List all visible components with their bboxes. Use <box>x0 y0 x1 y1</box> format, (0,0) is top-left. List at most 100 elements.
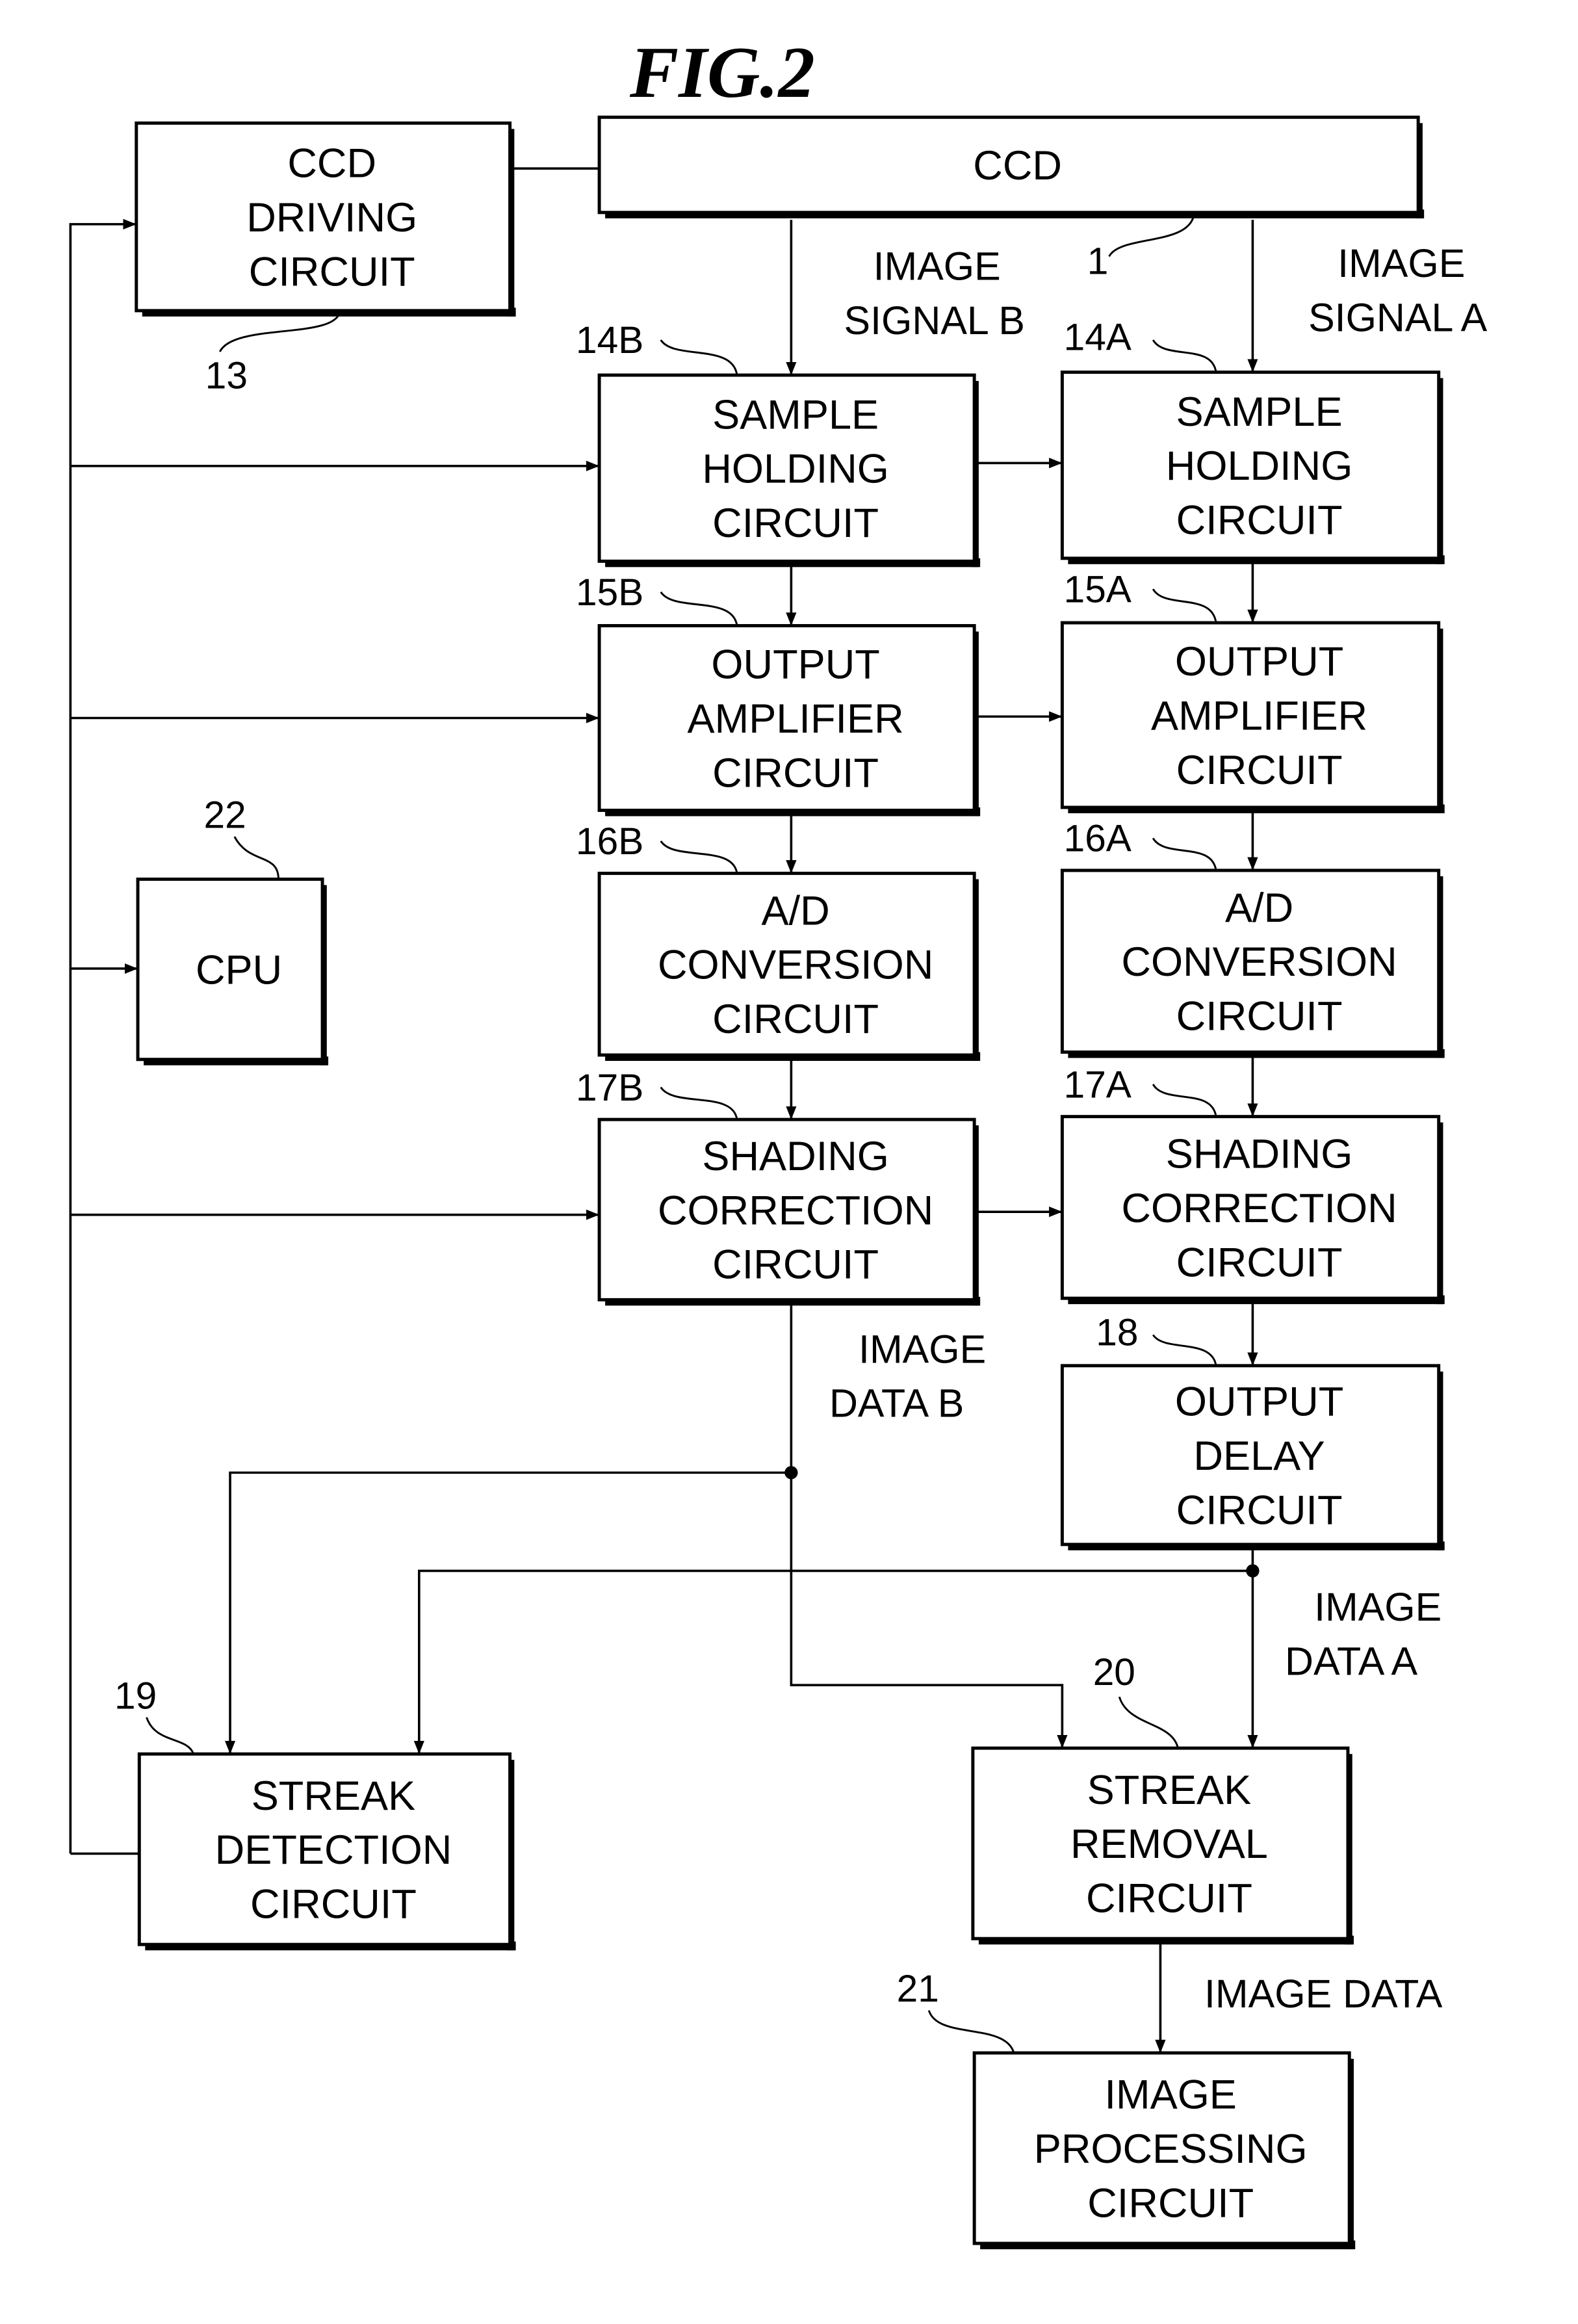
reference-leader <box>1108 213 1195 257</box>
block-ad-b: A/D CONVERSION CIRCUIT 16B <box>576 820 981 1061</box>
reference-numeral: 15A <box>1064 568 1132 610</box>
signal-label-line: DATA B <box>829 1381 964 1426</box>
block-streak-detection: STREAK DETECTION CIRCUIT 19 <box>114 1675 516 1951</box>
signal-label-line: IMAGE <box>859 1327 986 1371</box>
signal-label-line: IMAGE <box>1338 241 1465 285</box>
reference-numeral: 1 <box>1087 241 1109 283</box>
block-label-line: DETECTION <box>215 1827 452 1873</box>
block-label-line: AMPLIFIER <box>688 696 904 742</box>
signal-label-image-data-b: IMAGE DATA B <box>829 1327 986 1425</box>
block-label-line: A/D <box>1225 885 1293 931</box>
block-label-line: CORRECTION <box>1121 1186 1397 1231</box>
reference-leader <box>146 1717 195 1755</box>
block-label-line: IMAGE <box>1104 2072 1236 2118</box>
block-label-line: CPU <box>196 948 282 993</box>
block-label-line: CONVERSION <box>1121 939 1397 985</box>
block-label-line: CIRCUIT <box>1176 1240 1343 1285</box>
block-streak-removal: STREAK REMOVAL CIRCUIT 20 <box>971 1651 1354 1945</box>
reference-leader <box>1118 1696 1179 1749</box>
signal-label-image-data: IMAGE DATA <box>1204 1972 1443 2016</box>
block-label-line: CIRCUIT <box>712 1242 879 1288</box>
block-label-line: PROCESSING <box>1034 2126 1308 2172</box>
reference-leader <box>1152 1334 1217 1366</box>
block-label-line: SHADING <box>702 1134 889 1179</box>
junction-dot <box>784 1466 798 1480</box>
block-diagram: FIG.2 CCD DRIVING CIRCUIT 13 CCD 1 SAMPLE HOLDI… <box>69 33 1488 2250</box>
block-label-line: CIRCUIT <box>712 501 879 546</box>
block-label-line: CIRCUIT <box>1176 994 1343 1039</box>
block-label-line: REMOVAL <box>1070 1821 1268 1867</box>
signal-label-line: DATA A <box>1285 1639 1417 1683</box>
block-label-line: CIRCUIT <box>1176 498 1343 543</box>
block-label-line: CIRCUIT <box>249 250 415 295</box>
block-label-line: CIRCUIT <box>250 1882 417 1927</box>
block-label-line: OUTPUT <box>1175 639 1343 685</box>
reference-leader <box>218 310 341 352</box>
block-label-line: HOLDING <box>1166 443 1353 489</box>
signal-label-image-data-a: IMAGE DATA A <box>1285 1585 1442 1683</box>
image-data-b-to-streak-detection <box>224 1471 792 1755</box>
reference-numeral: 21 <box>897 1968 939 2010</box>
control-bus-to-ccd-driving <box>69 218 136 1854</box>
block-label-line: SAMPLE <box>1176 389 1343 435</box>
block-cpu: CPU 22 <box>136 794 329 1065</box>
block-label-line: CIRCUIT <box>1086 1876 1252 1922</box>
figure-title: FIG.2 <box>629 33 815 113</box>
block-label-line: CIRCUIT <box>1176 748 1343 793</box>
block-ccd-driving: CCD DRIVING CIRCUIT 13 <box>135 121 516 397</box>
block-label-line: OUTPUT <box>711 642 879 688</box>
block-label-line: OUTPUT <box>1175 1379 1343 1424</box>
block-label-line: CIRCUIT <box>1176 1487 1343 1533</box>
reference-leader <box>660 591 738 626</box>
reference-numeral: 17A <box>1064 1064 1132 1106</box>
block-label-line: SAMPLE <box>712 392 879 437</box>
reference-numeral: 14A <box>1064 317 1132 359</box>
reference-numeral: 16A <box>1064 818 1132 860</box>
reference-numeral: 15B <box>576 571 643 614</box>
reference-numeral: 19 <box>114 1675 157 1717</box>
block-label-line: STREAK <box>1087 1768 1252 1813</box>
block-label-line: HOLDING <box>702 447 889 492</box>
block-label-line: DRIVING <box>246 195 417 241</box>
signal-label-image-signal-a: IMAGE SIGNAL A <box>1308 241 1488 339</box>
signal-label-line: IMAGE <box>1314 1585 1442 1629</box>
reference-numeral: 18 <box>1096 1311 1138 1353</box>
block-label-line: CORRECTION <box>658 1188 933 1233</box>
reference-numeral: 17B <box>576 1067 643 1109</box>
reference-numeral: 13 <box>205 354 248 397</box>
signal-label-line: SIGNAL A <box>1308 295 1488 339</box>
block-label-line: CIRCUIT <box>712 750 879 796</box>
block-ccd: CCD 1 <box>597 115 1425 283</box>
block-label-line: STREAK <box>252 1773 416 1819</box>
block-shading-b: SHADING CORRECTION CIRCUIT 17B <box>576 1067 981 1306</box>
reference-leader <box>660 1086 738 1120</box>
reference-numeral: 14B <box>576 319 643 361</box>
block-label-line: AMPLIFIER <box>1151 694 1367 739</box>
junction-dot <box>1246 1564 1260 1578</box>
reference-leader <box>1152 837 1217 871</box>
block-label-line: CCD <box>287 141 376 187</box>
reference-numeral: 16B <box>576 820 643 863</box>
reference-leader <box>660 840 738 874</box>
reference-numeral: 22 <box>203 794 246 837</box>
signal-label-line: SIGNAL B <box>844 298 1025 343</box>
reference-numeral: 20 <box>1093 1651 1135 1693</box>
reference-leader <box>1152 588 1217 623</box>
block-label-line: DELAY <box>1193 1433 1325 1479</box>
reference-leader <box>927 2010 1015 2054</box>
reference-leader <box>1152 1084 1217 1117</box>
block-sample-b: SAMPLE HOLDING CIRCUIT 14B <box>576 319 981 568</box>
block-label-line: CIRCUIT <box>1087 2180 1254 2226</box>
reference-leader <box>1152 339 1217 372</box>
block-label-line: SHADING <box>1166 1132 1353 1177</box>
signal-label-image-signal-b: IMAGE SIGNAL B <box>844 244 1025 343</box>
signal-label-line: IMAGE DATA <box>1204 1972 1443 2016</box>
block-label-line: CIRCUIT <box>712 997 879 1042</box>
block-label-line: CCD <box>973 143 1062 189</box>
reference-leader <box>660 339 738 376</box>
block-label-line: CONVERSION <box>658 943 933 988</box>
reference-leader <box>233 836 279 880</box>
block-output-amp-b: OUTPUT AMPLIFIER CIRCUIT 15B <box>576 571 981 816</box>
block-label-line: A/D <box>762 888 830 934</box>
signal-label-line: IMAGE <box>873 244 1001 289</box>
